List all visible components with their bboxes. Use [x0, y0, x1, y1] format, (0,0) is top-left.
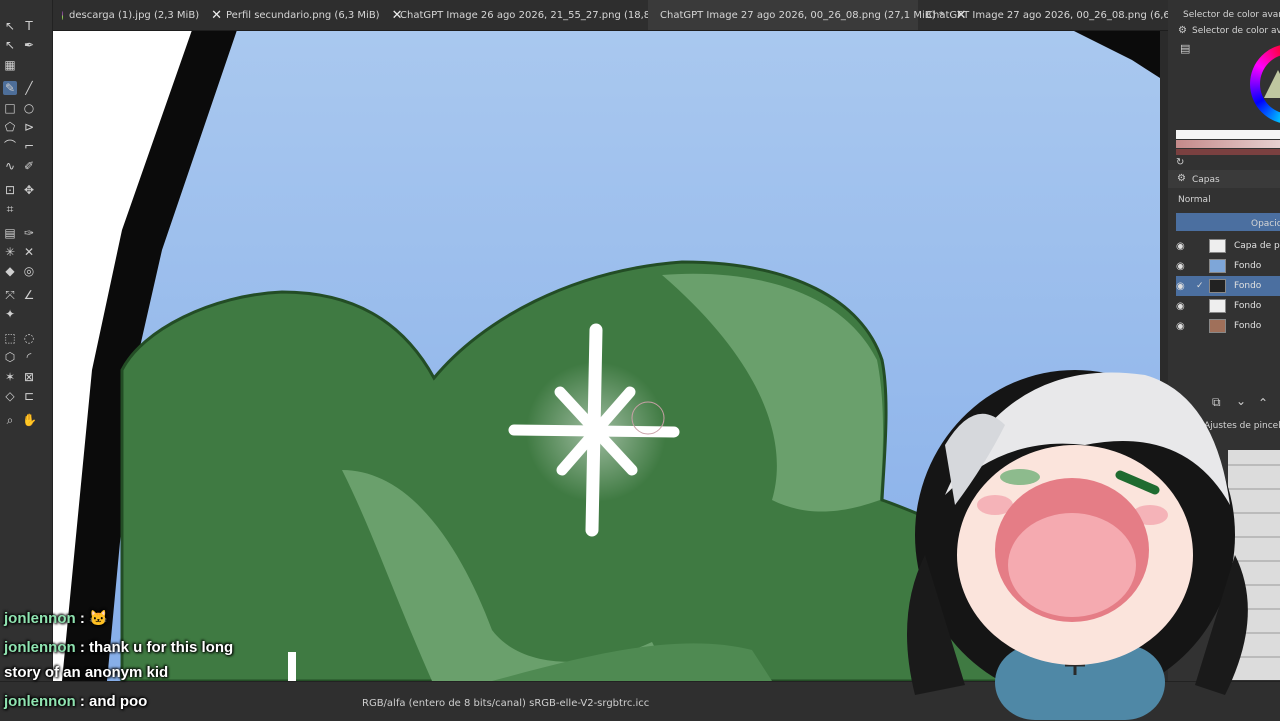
- image-file-icon: [62, 10, 64, 20]
- tab-label: ChatGPT Image 27 ago 2026, 00_26_08.png …: [926, 9, 1204, 21]
- menu-icon[interactable]: ▤: [1180, 42, 1190, 55]
- measure-icon[interactable]: ∠: [22, 288, 36, 302]
- tab-label: ChatGPT Image 26 ago 2026, 21_55_27.png …: [400, 9, 676, 21]
- eyedropper-icon[interactable]: ✑: [22, 226, 36, 240]
- chat-username: jonlennon: [4, 693, 76, 710]
- selection-magnetic-icon[interactable]: ⊏: [22, 389, 36, 403]
- pan-icon[interactable]: ✋: [22, 413, 37, 427]
- layer-thumbnail: [1209, 279, 1226, 293]
- document-tab-bar: descarga (1).jpg (2,3 MiB) ✕ Perfil secu…: [0, 0, 1226, 31]
- eye-icon[interactable]: ◉: [1176, 241, 1186, 252]
- bezier-freehand-icon[interactable]: ⌐: [22, 139, 36, 153]
- layer-thumbnail: [1209, 239, 1226, 253]
- layer-thumbnail: [1209, 259, 1226, 273]
- pattern-icon[interactable]: ▦: [3, 58, 17, 72]
- rectangle-icon[interactable]: □: [3, 101, 17, 115]
- chat-text: and poo: [89, 693, 148, 710]
- chat-username: jonlennon: [4, 610, 76, 627]
- layer-name: Fondo: [1234, 321, 1262, 331]
- text-icon[interactable]: T: [22, 19, 36, 33]
- vtuber-avatar: [907, 370, 1248, 720]
- layer-row[interactable]: ◉ Fondo: [1176, 316, 1280, 336]
- layer-row-selected[interactable]: ◉ ✓ Fondo: [1176, 276, 1280, 296]
- fill-icon[interactable]: ◆: [3, 264, 17, 278]
- layer-row[interactable]: ◉ Fondo: [1176, 296, 1280, 316]
- tab-label: descarga (1).jpg (2,3 MiB): [69, 9, 200, 21]
- selection-similar-icon[interactable]: ⊠: [22, 370, 36, 384]
- selection-freehand-icon[interactable]: ◜: [22, 350, 36, 364]
- document-tab[interactable]: Perfil secundario.png (6,3 MiB) ✕: [212, 0, 403, 30]
- enclose-fill-icon[interactable]: ◎: [22, 264, 36, 278]
- crop-icon[interactable]: ⌗: [3, 202, 17, 216]
- selection-bezier-icon[interactable]: ◇: [3, 389, 17, 403]
- layer-thumbnail: [1209, 319, 1226, 333]
- check-icon: ✓: [1196, 281, 1204, 291]
- tab-label: ChatGPT Image 27 ago 2026, 00_26_08.png …: [660, 9, 944, 21]
- selection-contiguous-icon[interactable]: ✶: [3, 370, 17, 384]
- edit-shapes-icon[interactable]: ↖: [3, 38, 17, 52]
- stream-chat: jonlennon : 🐱 jonlennon : thank u for th…: [4, 606, 234, 714]
- polyline-icon[interactable]: ⊳: [22, 120, 36, 134]
- layer-row[interactable]: ◉ Fondo: [1176, 256, 1280, 276]
- document-tab-active[interactable]: ChatGPT Image 27 ago 2026, 00_26_08.png …: [648, 0, 967, 30]
- layers-icon: ⚙: [1177, 173, 1186, 184]
- chat-username: jonlennon: [4, 639, 76, 656]
- tab-label: Perfil secundario.png (6,3 MiB): [226, 9, 380, 21]
- layer-thumbnail: [1209, 299, 1226, 313]
- layer-row[interactable]: ◉ Capa de p: [1176, 236, 1280, 256]
- layer-name: Capa de p: [1234, 241, 1280, 251]
- color-selector-subtitle: Selector de color avanzado: [1192, 26, 1280, 36]
- color-slider-light[interactable]: [1176, 130, 1280, 139]
- colorize-mask-icon[interactable]: ✳: [3, 245, 17, 259]
- document-tab[interactable]: ChatGPT Image 27 ago 2026, 00_26_08.png …: [912, 0, 1226, 30]
- zoom-icon[interactable]: ⌕: [3, 413, 17, 427]
- brush-icon[interactable]: ✎: [3, 81, 17, 95]
- bezier-icon[interactable]: ⌒: [3, 139, 17, 153]
- eye-icon[interactable]: ◉: [1176, 261, 1186, 272]
- transform-icon[interactable]: ⊡: [3, 183, 17, 197]
- blend-mode-select[interactable]: Normal: [1178, 195, 1211, 205]
- layer-name: Fondo: [1234, 301, 1262, 311]
- layer-name: Fondo: [1234, 261, 1262, 271]
- eye-icon[interactable]: ◉: [1176, 281, 1186, 292]
- document-tab[interactable]: ChatGPT Image 26 ago 2026, 21_55_27.png …: [386, 0, 698, 30]
- dynamic-brush-icon[interactable]: ✐: [22, 159, 36, 173]
- opacity-label[interactable]: Opacidad: [1251, 219, 1280, 229]
- freehand-path-icon[interactable]: ∿: [3, 159, 17, 173]
- eye-icon[interactable]: ◉: [1176, 301, 1186, 312]
- chat-message: jonlennon : 🐱: [4, 610, 108, 627]
- color-slider-dark[interactable]: [1176, 149, 1280, 155]
- smart-patch-icon[interactable]: ✕: [22, 245, 36, 259]
- chat-message: jonlennon : thank u for this long story …: [4, 639, 234, 681]
- assistant-icon[interactable]: ⤧: [3, 288, 17, 302]
- eye-icon[interactable]: ◉: [1176, 321, 1186, 332]
- calligraphy-icon[interactable]: ✒: [22, 38, 36, 52]
- polygon-icon[interactable]: ⬠: [3, 120, 17, 134]
- refresh-icon[interactable]: ↻: [1176, 157, 1184, 168]
- color-slider-hue[interactable]: [1176, 140, 1280, 148]
- selection-ellipse-icon[interactable]: ◌: [22, 331, 36, 345]
- selection-rect-icon[interactable]: ⬚: [3, 331, 17, 345]
- move-icon[interactable]: ✥: [22, 183, 36, 197]
- layer-name: Fondo: [1234, 281, 1262, 291]
- reference-icon[interactable]: ✦: [3, 307, 17, 321]
- gear-icon[interactable]: ⚙: [1178, 25, 1187, 36]
- chat-message: jonlennon : and poo: [4, 693, 148, 710]
- layers-panel-title: Capas: [1192, 175, 1220, 185]
- color-profile-status: RGB/alfa (entero de 8 bits/canal) sRGB-e…: [362, 698, 650, 709]
- ellipse-icon[interactable]: ○: [22, 101, 36, 115]
- color-triangle[interactable]: [1264, 70, 1280, 98]
- document-tab[interactable]: descarga (1).jpg (2,3 MiB) ✕: [52, 0, 222, 30]
- color-selector-title: Selector de color avanzado: [1183, 10, 1280, 20]
- gradient-icon[interactable]: ▤: [3, 226, 17, 240]
- pointer-icon[interactable]: ↖: [3, 19, 17, 33]
- line-icon[interactable]: ╱: [22, 81, 36, 95]
- chat-emote-cat: 🐱: [89, 610, 108, 627]
- selection-polygon-icon[interactable]: ⬡: [3, 350, 17, 364]
